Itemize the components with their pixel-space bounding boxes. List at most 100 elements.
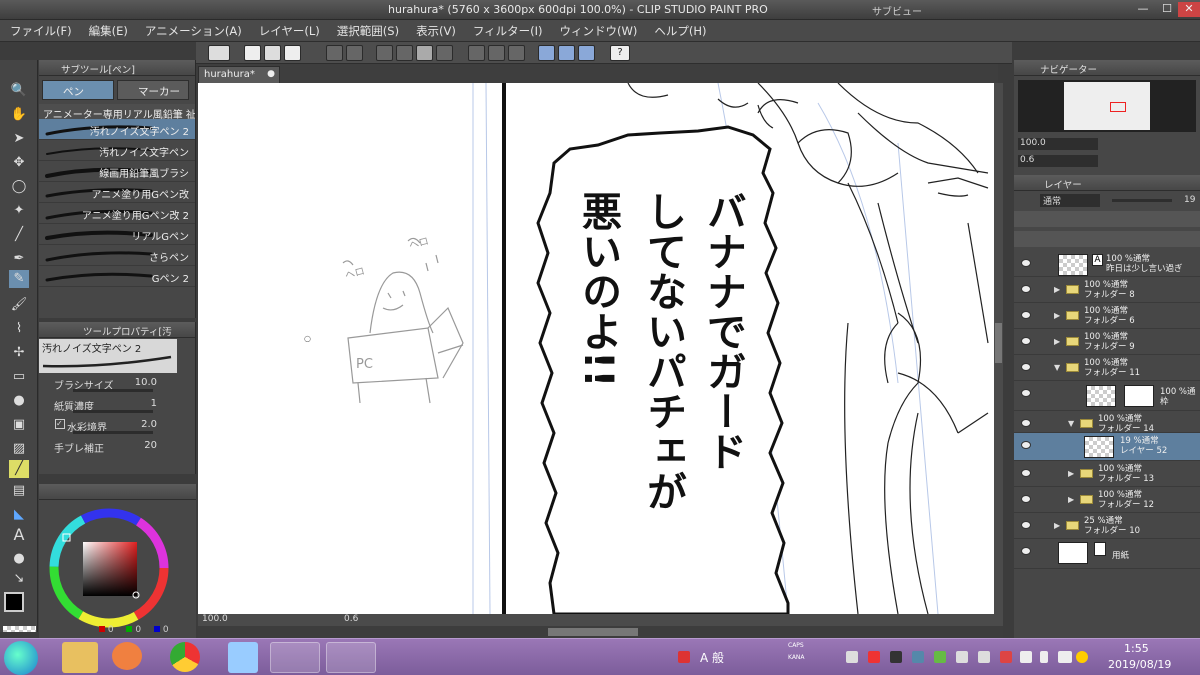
volume-icon[interactable] [1040,651,1048,663]
blend-icon[interactable]: ● [9,392,29,410]
navigator-zoom[interactable]: 100.0 [1018,138,1098,150]
auto-select-icon[interactable]: ✦ [9,202,29,220]
color-slot-2[interactable]: 0 [135,625,141,635]
tab-marker[interactable]: マーカー [117,80,189,100]
menu-view[interactable]: 表示(V) [416,23,456,39]
folder-toggle-icon[interactable]: ▶ [1054,521,1060,530]
expand-selection-icon[interactable] [508,45,525,61]
frame-border-icon[interactable]: ▤ [9,482,29,500]
brush-item[interactable]: 汚れノイズ文字ペン 2 [39,119,195,140]
brush-item[interactable]: 汚れノイズ文字ペン [39,140,195,161]
folder-toggle-icon[interactable]: ▼ [1068,419,1074,428]
tray-icon-7[interactable] [978,651,990,663]
fill-tool-icon[interactable]: ▣ [9,416,29,434]
manga-artwork[interactable]: PC ヘロ ヘロ ○ バナナでガード してないパチェが 悪いのよ!! [198,83,994,614]
menu-animation[interactable]: アニメーション(A) [145,23,242,39]
clock-time[interactable]: 1:55 [1124,642,1149,655]
explorer-icon[interactable] [62,642,98,673]
color-slot-3[interactable]: 0 [163,625,169,635]
layer-row[interactable]: ▶ 100 %通常 フォルダー 6 [1014,303,1200,329]
close-button[interactable]: ✕ [1178,2,1200,17]
transform-icon[interactable] [436,45,453,61]
text-tool-icon[interactable]: A [9,526,29,544]
opacity-value[interactable]: 19 [1184,195,1195,205]
clip-studio-icon[interactable] [208,45,230,61]
brush-size-slider[interactable] [73,389,153,392]
brush-item[interactable]: アニメ塗り用Gペン改 2 [39,203,195,224]
brush-item[interactable]: さらペン [39,245,195,266]
subtool-group[interactable]: アニメーター専用リアル風鉛筆 祉 [39,104,195,119]
stabilize-value[interactable]: 20 [144,440,157,451]
canvas-vertical-scrollbar[interactable] [994,83,1003,614]
folder-toggle-icon[interactable]: ▼ [1054,363,1060,372]
paper-density-slider[interactable] [73,410,153,413]
ruler-icon[interactable]: ◣ [9,506,29,524]
selection-tool-icon[interactable]: ◯ [9,178,29,196]
tray-icon-2[interactable] [868,651,880,663]
snap-ruler-icon[interactable] [538,45,555,61]
minimize-button[interactable]: — [1132,2,1154,17]
paint-tool-icon[interactable] [228,642,258,673]
brush-item[interactable]: アニメ塗り用Gペン改 [39,182,195,203]
brush-item[interactable]: Gペン 2 [39,266,195,287]
folder-toggle-icon[interactable]: ▶ [1054,311,1060,320]
layer-row[interactable]: ▶ 100 %通常 フォルダー 8 [1014,277,1200,303]
layer-row[interactable]: ▼ 100 %通常 フォルダー 14 [1014,411,1200,434]
visibility-eye-icon[interactable] [1021,521,1031,529]
canvas-horizontal-scrollbar[interactable] [198,626,1003,638]
visibility-eye-icon[interactable] [1021,285,1031,293]
layer-row[interactable]: 100 %通枠 [1014,381,1200,411]
clip-studio-taskbar-icon[interactable] [270,642,320,673]
tray-alert-icon[interactable] [678,651,690,663]
chrome-icon[interactable] [170,642,200,672]
visibility-eye-icon[interactable] [1021,495,1031,503]
layer-row[interactable]: A 100 %通常 昨日は少し言い過ぎ [1014,251,1200,277]
redo-icon[interactable] [346,45,363,61]
canvas-angle-value[interactable]: 0.6 [344,614,358,624]
tray-icon-1[interactable] [846,651,858,663]
folder-toggle-icon[interactable]: ▶ [1054,337,1060,346]
move-layer-icon[interactable]: ✥ [9,154,29,172]
visibility-eye-icon[interactable] [1021,441,1031,449]
action-center-icon[interactable] [1076,651,1088,663]
folder-toggle-icon[interactable]: ▶ [1068,495,1074,504]
layer-row[interactable]: ▶ 100 %通常 フォルダー 9 [1014,329,1200,355]
blend-mode-select[interactable]: 通常 [1040,194,1100,207]
ime-indicator[interactable]: A 般 [700,649,724,666]
layer-row[interactable]: 19 %通常 レイヤー 52 [1014,433,1200,461]
media-player-icon[interactable] [112,642,142,670]
watercolor-row[interactable]: 水彩境界 ✓ 2.0 [39,415,195,436]
fill-icon[interactable] [416,45,433,61]
visibility-eye-icon[interactable] [1021,259,1031,267]
tray-icon-5[interactable] [934,651,946,663]
menu-filter[interactable]: フィルター(I) [473,23,543,39]
layer-row[interactable]: ▶ 100 %通常 フォルダー 13 [1014,461,1200,487]
menu-window[interactable]: ウィンドウ(W) [560,23,638,39]
open-file-icon[interactable] [264,45,281,61]
menu-help[interactable]: ヘルプ(H) [654,23,706,39]
network-icon[interactable] [1058,651,1072,663]
layer-row[interactable]: ▼ 100 %通常 フォルダー 11 [1014,355,1200,381]
visibility-eye-icon[interactable] [1021,337,1031,345]
folder-toggle-icon[interactable]: ▶ [1068,469,1074,478]
snap-special-ruler-icon[interactable] [558,45,575,61]
zoom-tool-icon[interactable]: 🔍 [9,82,29,100]
paper-density-value[interactable]: 1 [151,398,157,409]
tab-pen[interactable]: ペン [42,80,114,100]
navigator-angle[interactable]: 0.6 [1018,155,1098,167]
new-file-icon[interactable] [244,45,261,61]
paper-density-row[interactable]: 紙質濃度 1 [39,394,195,415]
navigator-preview[interactable] [1018,80,1196,132]
visibility-eye-icon[interactable] [1021,311,1031,319]
brush-size-value[interactable]: 10.0 [135,377,157,388]
brush-size-row[interactable]: ブラシサイズ 10.0 [39,373,195,394]
layer-row[interactable]: 用紙 [1014,539,1200,569]
balloon-icon[interactable]: ● [9,550,29,568]
menu-layer[interactable]: レイヤー(L) [259,23,320,39]
main-color-swatch[interactable] [4,592,24,612]
menu-selection[interactable]: 選択範囲(S) [337,23,399,39]
tray-icon-4[interactable] [912,651,924,663]
visibility-eye-icon[interactable] [1021,363,1031,371]
folder-toggle-icon[interactable]: ▶ [1054,285,1060,294]
decoration-icon[interactable]: ✢ [9,344,29,362]
